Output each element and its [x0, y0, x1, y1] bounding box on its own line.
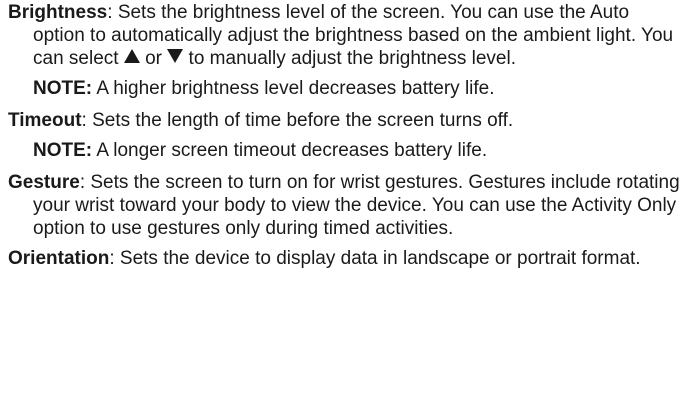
note-label: NOTE:: [33, 78, 93, 99]
setting-term-brightness: Brightness: [8, 2, 108, 23]
settings-description-list: Brightness: Sets the brightness level of…: [8, 1, 684, 277]
setting-desc-timeout: Sets the length of time before the scree…: [92, 110, 514, 131]
term-separator: :: [109, 248, 120, 269]
triangle-up-icon: [123, 49, 140, 63]
setting-desc-brightness-part2: to manually adjust the brightness level.: [183, 48, 516, 69]
note-brightness: NOTE: A higher brightness level decrease…: [8, 77, 684, 100]
term-separator: :: [107, 2, 118, 23]
term-separator: :: [81, 110, 93, 131]
setting-term-gesture: Gesture: [8, 172, 80, 193]
setting-term-orientation: Orientation: [8, 248, 110, 269]
setting-brightness: Brightness: Sets the brightness level of…: [8, 1, 684, 70]
note-label: NOTE:: [33, 140, 93, 161]
note-text: A longer screen timeout decreases batter…: [92, 140, 488, 161]
setting-gesture: Gesture: Sets the screen to turn on for …: [8, 171, 684, 240]
setting-desc-brightness-or: or: [139, 48, 168, 69]
note-text: A higher brightness level decreases batt…: [92, 78, 495, 99]
setting-term-timeout: Timeout: [8, 110, 82, 131]
note-timeout: NOTE: A longer screen timeout decreases …: [8, 139, 684, 162]
setting-timeout: Timeout: Sets the length of time before …: [8, 109, 684, 132]
setting-orientation: Orientation: Sets the device to display …: [8, 247, 684, 270]
setting-desc-orientation: Sets the device to display data in lands…: [119, 248, 641, 269]
triangle-down-icon: [167, 49, 184, 63]
setting-desc-gesture: Sets the screen to turn on for wrist ges…: [33, 172, 680, 239]
term-separator: :: [79, 172, 91, 193]
